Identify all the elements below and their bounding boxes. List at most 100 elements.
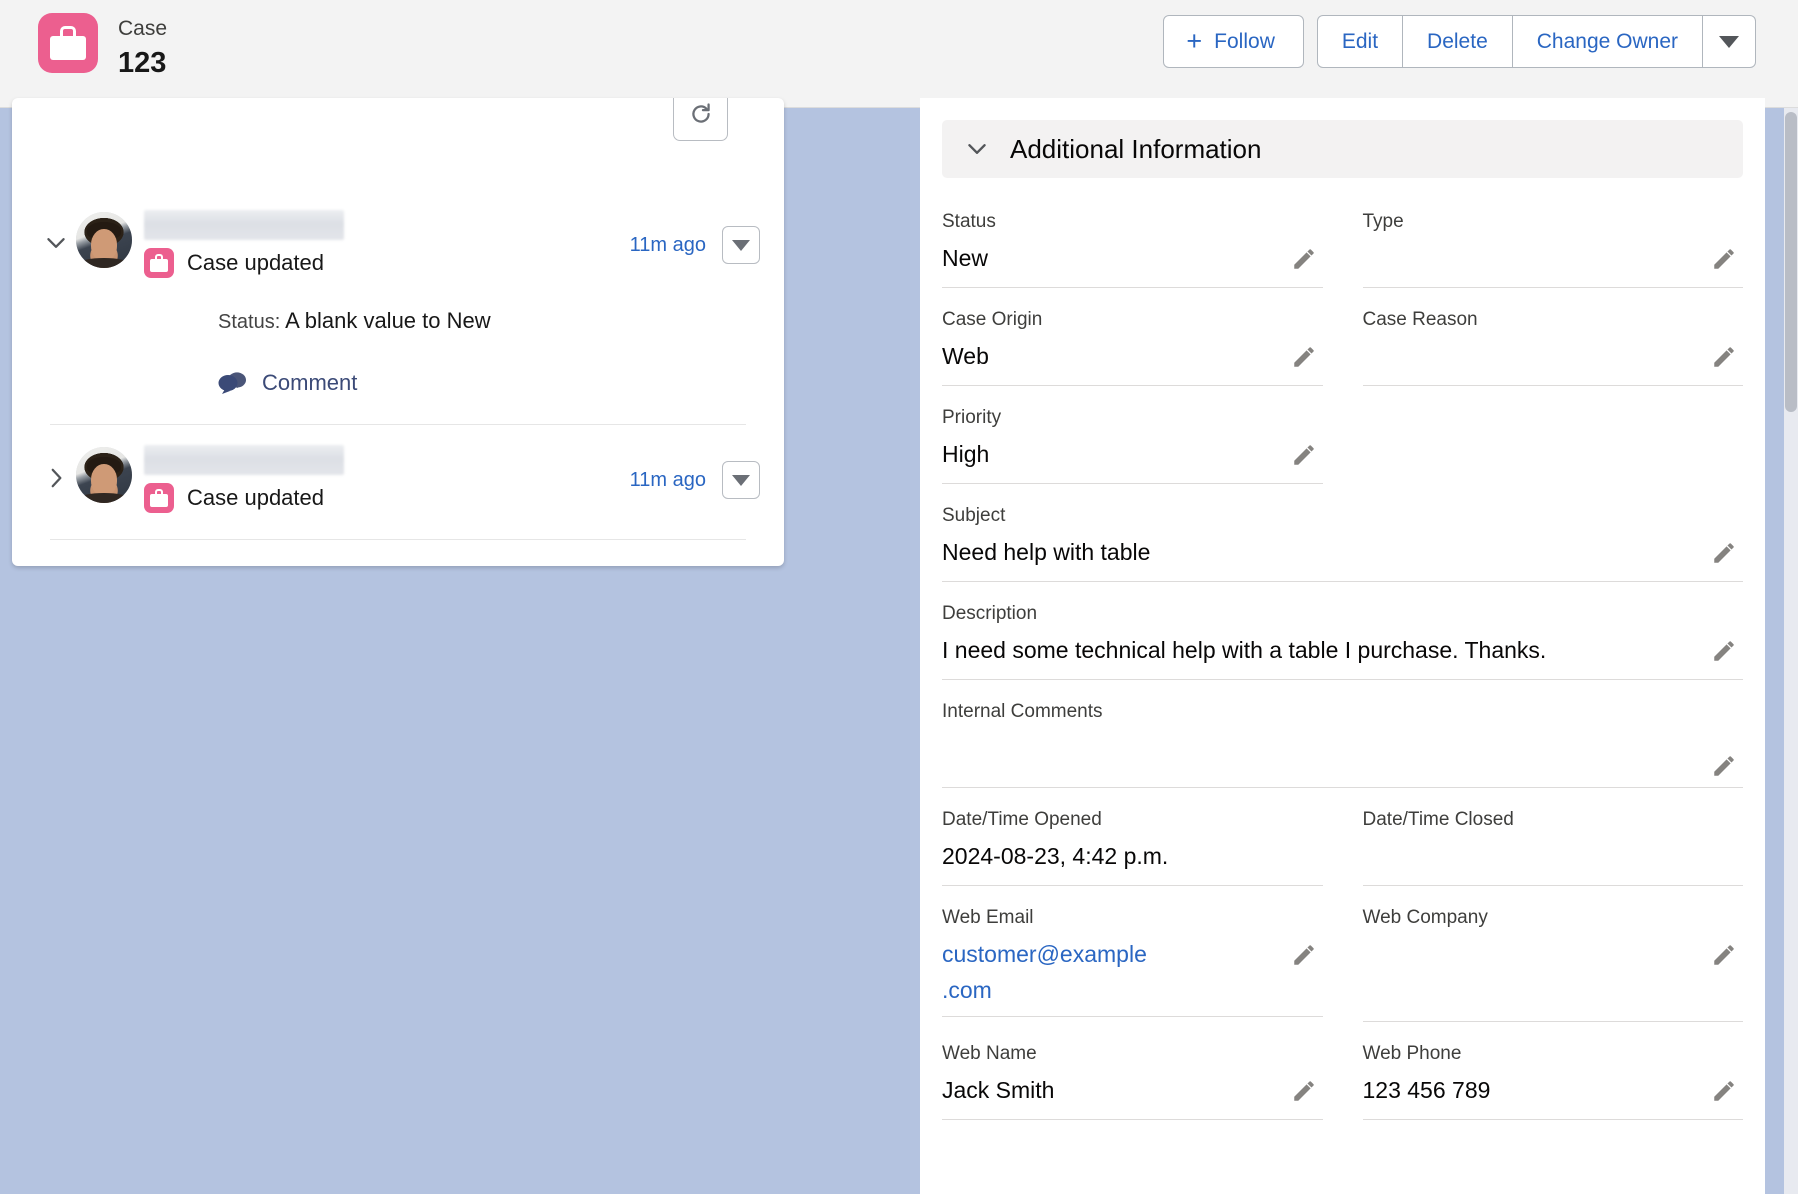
comment-label: Comment bbox=[262, 370, 358, 395]
delete-button[interactable]: Delete bbox=[1403, 15, 1513, 68]
field-label: Web Name bbox=[942, 1043, 1037, 1064]
pencil-icon[interactable] bbox=[1711, 1078, 1737, 1104]
feed-item: Case updated 11m ago Status: A blank val… bbox=[12, 98, 784, 424]
pencil-icon[interactable] bbox=[1711, 344, 1737, 370]
pencil-icon[interactable] bbox=[1711, 942, 1737, 968]
field-row: Web Email customer@example.com Web Compa… bbox=[942, 886, 1743, 1022]
page-scrollbar-thumb[interactable] bbox=[1785, 112, 1797, 412]
field-web-email: Web Email customer@example.com bbox=[942, 886, 1323, 1022]
follow-button-label: Follow bbox=[1214, 29, 1275, 53]
field-label: Date/Time Closed bbox=[1362, 809, 1514, 830]
comment-action[interactable]: Comment bbox=[36, 334, 760, 424]
change-owner-button[interactable]: Change Owner bbox=[1512, 15, 1703, 68]
pencil-icon[interactable] bbox=[1291, 246, 1317, 272]
record-titles: Case 123 bbox=[118, 10, 167, 81]
pencil-icon[interactable] bbox=[1711, 638, 1737, 664]
field-list: Status New Type Case Origin Web Case Rea… bbox=[920, 178, 1765, 1120]
field-row: Web Name Jack Smith Web Phone 123 456 78… bbox=[942, 1022, 1743, 1120]
page-title: 123 bbox=[118, 47, 167, 79]
feed-item-expand-toggle[interactable] bbox=[36, 204, 76, 256]
chevron-down-icon bbox=[47, 238, 65, 248]
field-label: Subject bbox=[942, 505, 1006, 526]
field-value: I need some technical help with a table … bbox=[942, 637, 1547, 663]
field-label: Web Email bbox=[942, 907, 1034, 928]
feed-item-body: Case updated bbox=[132, 439, 630, 513]
field-internal-comments: Internal Comments bbox=[942, 680, 1743, 788]
feed-timestamp[interactable]: 11m ago bbox=[630, 469, 706, 492]
feed-item-meta: 11m ago bbox=[630, 439, 760, 499]
feed-activity-line: Case updated bbox=[144, 483, 630, 513]
field-datetime-opened: Date/Time Opened 2024-08-23, 4:42 p.m. bbox=[942, 788, 1323, 886]
feed-author-name-redacted bbox=[144, 445, 344, 475]
feed-field-change: Status: A blank value to New bbox=[36, 278, 760, 334]
action-button-group: Edit Delete Change Owner bbox=[1316, 15, 1756, 68]
plus-icon: + bbox=[1186, 26, 1203, 56]
field-case-reason: Case Reason bbox=[1362, 288, 1743, 386]
feed-item-body: Case updated bbox=[132, 204, 630, 278]
field-value: Need help with table bbox=[942, 539, 1151, 565]
pencil-icon[interactable] bbox=[1711, 753, 1737, 779]
field-web-company: Web Company bbox=[1362, 886, 1743, 1022]
record-header: Case 123 + Follow Edit Delete Change Own… bbox=[0, 0, 1798, 108]
field-value: 123 456 789 bbox=[1362, 1077, 1491, 1103]
field-row: Date/Time Opened 2024-08-23, 4:42 p.m. D… bbox=[942, 788, 1743, 886]
pencil-icon[interactable] bbox=[1711, 246, 1737, 272]
field-label: Description bbox=[942, 603, 1038, 624]
feed-change-value: A blank value to New bbox=[285, 308, 491, 333]
follow-button[interactable]: + Follow bbox=[1163, 15, 1304, 68]
field-priority: Priority High bbox=[942, 386, 1323, 484]
feed-item-expand-toggle[interactable] bbox=[36, 439, 76, 491]
field-label: Web Company bbox=[1362, 907, 1488, 928]
field-value: High bbox=[942, 441, 990, 467]
feed-activity-label: Case updated bbox=[187, 250, 324, 275]
feed-author-name-redacted bbox=[144, 210, 344, 240]
feed-item-meta: 11m ago bbox=[630, 204, 760, 264]
avatar[interactable] bbox=[76, 212, 132, 268]
field-subject: Subject Need help with table bbox=[942, 484, 1743, 582]
field-row: Priority High bbox=[942, 386, 1743, 484]
field-description: Description I need some technical help w… bbox=[942, 582, 1743, 680]
more-actions-button[interactable] bbox=[1703, 15, 1756, 68]
field-web-phone: Web Phone 123 456 789 bbox=[1362, 1022, 1743, 1120]
chevron-right-icon bbox=[51, 468, 62, 488]
field-value: 2024-08-23, 4:42 p.m. bbox=[942, 843, 1169, 869]
field-label: Type bbox=[1362, 211, 1404, 232]
field-label: Internal Comments bbox=[942, 701, 1103, 722]
feed-divider bbox=[50, 539, 746, 540]
section-header-additional-information[interactable]: Additional Information bbox=[942, 120, 1743, 178]
feed-item-menu-button[interactable] bbox=[722, 461, 760, 499]
pencil-icon[interactable] bbox=[1291, 442, 1317, 468]
speech-bubble-icon bbox=[218, 372, 246, 394]
chevron-down-icon bbox=[1719, 35, 1739, 48]
pencil-icon[interactable] bbox=[1711, 540, 1737, 566]
feed-timestamp[interactable]: 11m ago bbox=[630, 234, 706, 257]
feed-item-menu-button[interactable] bbox=[722, 226, 760, 264]
feed-item: Case updated 11m ago bbox=[12, 425, 784, 539]
field-label: Case Reason bbox=[1362, 309, 1478, 330]
feed-activity-line: Case updated bbox=[144, 248, 630, 278]
field-case-origin: Case Origin Web bbox=[942, 288, 1323, 386]
additional-information-panel: Additional Information Status New Type C… bbox=[920, 98, 1765, 1194]
field-spacer bbox=[1363, 386, 1744, 484]
avatar[interactable] bbox=[76, 447, 132, 503]
pencil-icon[interactable] bbox=[1291, 1078, 1317, 1104]
section-title: Additional Information bbox=[1010, 133, 1262, 164]
field-value: Jack Smith bbox=[942, 1077, 1055, 1103]
feed-activity-label: Case updated bbox=[187, 485, 324, 510]
case-icon bbox=[144, 248, 174, 278]
field-value[interactable]: customer@example.com bbox=[942, 936, 1152, 1008]
record-identity: Case 123 bbox=[0, 0, 167, 81]
field-label: Web Phone bbox=[1362, 1043, 1462, 1064]
field-value: Web bbox=[942, 343, 989, 369]
field-datetime-closed: Date/Time Closed bbox=[1362, 788, 1743, 886]
edit-button[interactable]: Edit bbox=[1316, 15, 1404, 68]
feed-change-label: Status: bbox=[218, 311, 281, 333]
chevron-down-icon bbox=[732, 239, 750, 251]
field-type: Type bbox=[1362, 190, 1743, 288]
field-label: Case Origin bbox=[942, 309, 1043, 330]
pencil-icon[interactable] bbox=[1291, 344, 1317, 370]
field-label: Status bbox=[942, 211, 996, 232]
pencil-icon[interactable] bbox=[1291, 942, 1317, 968]
field-row: Case Origin Web Case Reason bbox=[942, 288, 1743, 386]
object-type-label: Case bbox=[118, 17, 168, 40]
